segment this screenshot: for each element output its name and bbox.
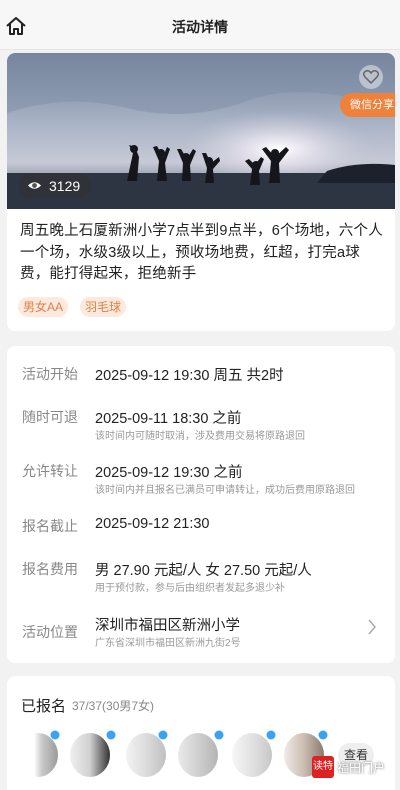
favorite-button[interactable] [359, 65, 383, 89]
eye-icon [28, 182, 41, 189]
view-count-value: 3129 [49, 177, 81, 194]
tag-list: 男女AA 羽毛球 [18, 297, 138, 317]
detail-row-location[interactable]: 活动位置 深圳市福田区新洲小学 广东省深圳市福田区新洲九街2号 [22, 614, 382, 650]
detail-label: 报名截止 [22, 518, 78, 534]
male-badge-icon [318, 730, 328, 740]
detail-row-refund: 随时可退 2025-09-11 18:30 之前 该时间内可随时取消，涉及费用交… [22, 407, 382, 443]
view-count: 3129 [19, 173, 92, 198]
detail-row-transfer: 允许转让 2025-09-12 19:30 之前 该时间内并且报名已满员可申请转… [22, 461, 382, 497]
wechat-share-button[interactable]: 微信分享 [340, 93, 395, 117]
detail-value: 男 27.90 元起/人 女 27.50 元起/人 [95, 563, 312, 579]
detail-value: 2025-09-12 21:30 [95, 516, 210, 532]
male-badge-icon [50, 730, 60, 740]
watermark-logo: 读特 [312, 756, 334, 778]
male-badge-icon [266, 730, 276, 740]
activity-description: 周五晚上石厦新洲小学7点半到9点半，6个场地，六个人一个场，水级3级以上，预收场… [20, 223, 383, 282]
male-badge-icon [106, 730, 116, 740]
activity-card: 3129 微信分享 周五晚上石厦新洲小学7点半到9点半，6个场地，六个人一个场，… [7, 53, 395, 331]
detail-label: 允许转让 [22, 463, 78, 479]
detail-note: 该时间内并且报名已满员可申请转让，成功后费用原路退回 [95, 485, 355, 496]
detail-note: 用于预付款，参与后由组织者发起多退少补 [95, 583, 285, 594]
detail-label: 活动位置 [22, 624, 78, 640]
tag-sport: 羽毛球 [80, 297, 127, 317]
detail-note: 该时间内可随时取消，涉及费用交易将原路退回 [95, 431, 305, 442]
avatar[interactable] [178, 733, 218, 777]
watermark: 读特 福田门户 [312, 756, 385, 778]
details-card: 活动开始 2025-09-12 19:30 周五 共2时 随时可退 2025-0… [7, 346, 395, 663]
detail-row-deadline: 报名截止 2025-09-12 21:30 [22, 516, 382, 538]
tag-gender-aa: 男女AA [18, 297, 69, 317]
registration-title: 已报名 [21, 698, 67, 715]
avatar[interactable] [70, 733, 110, 777]
activity-cover-image[interactable]: 3129 [7, 53, 395, 209]
location-name: 深圳市福田区新洲小学 [95, 618, 240, 634]
detail-label: 活动开始 [22, 366, 78, 382]
detail-label: 报名费用 [22, 561, 78, 577]
detail-row-fee: 报名费用 男 27.90 元起/人 女 27.50 元起/人 用于预付款，参与后… [22, 559, 382, 595]
detail-label: 随时可退 [22, 409, 78, 425]
detail-row-start: 活动开始 2025-09-12 19:30 周五 共2时 [22, 364, 382, 386]
detail-value: 2025-09-12 19:30 周五 共2时 [95, 368, 284, 384]
watermark-text: 福田门户 [337, 760, 386, 775]
nav-bar: 活动详情 [0, 0, 400, 50]
registration-count: 37/37(30男7女) [72, 699, 155, 713]
male-badge-icon [158, 730, 168, 740]
detail-value: 2025-09-11 18:30 之前 [95, 411, 242, 427]
chevron-right-icon[interactable] [367, 618, 377, 636]
male-badge-icon [214, 730, 224, 740]
detail-value: 2025-09-12 19:30 之前 [95, 465, 243, 481]
page-title: 活动详情 [172, 19, 228, 35]
heart-icon [363, 70, 379, 84]
location-address: 广东省深圳市福田区新洲九街2号 [95, 638, 241, 649]
